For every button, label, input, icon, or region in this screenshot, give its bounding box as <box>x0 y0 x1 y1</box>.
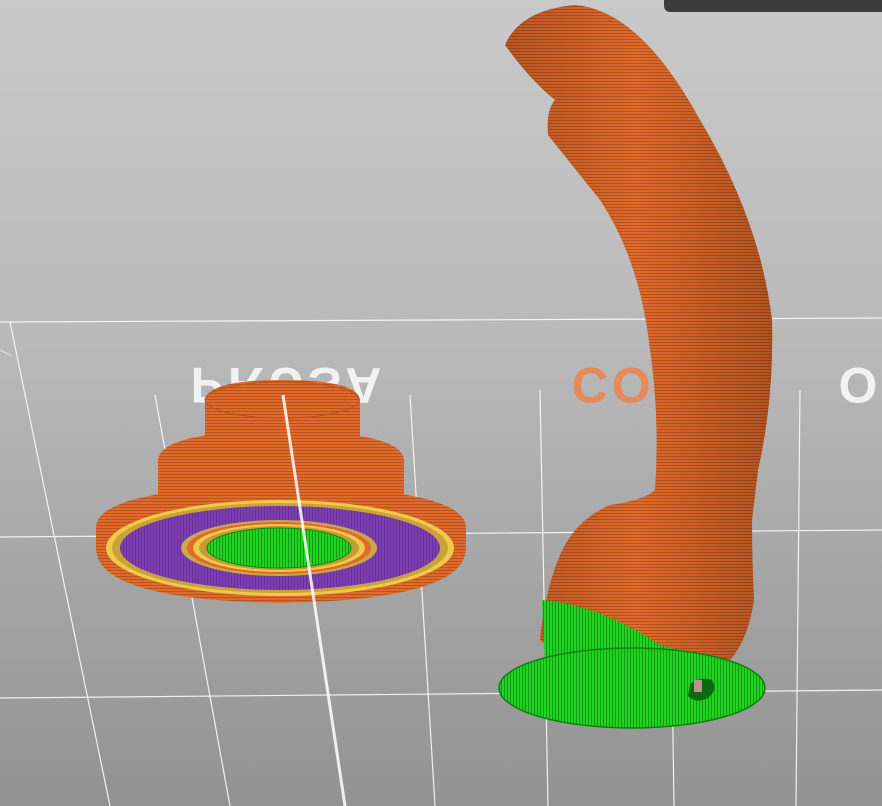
viewport-canvas[interactable]: PRUSA CORE O <box>0 0 882 806</box>
top-right-panel-edge[interactable] <box>664 0 882 12</box>
3d-viewport[interactable]: PRUSA CORE O <box>0 0 882 806</box>
bed-logo-trailing: O <box>839 357 878 413</box>
